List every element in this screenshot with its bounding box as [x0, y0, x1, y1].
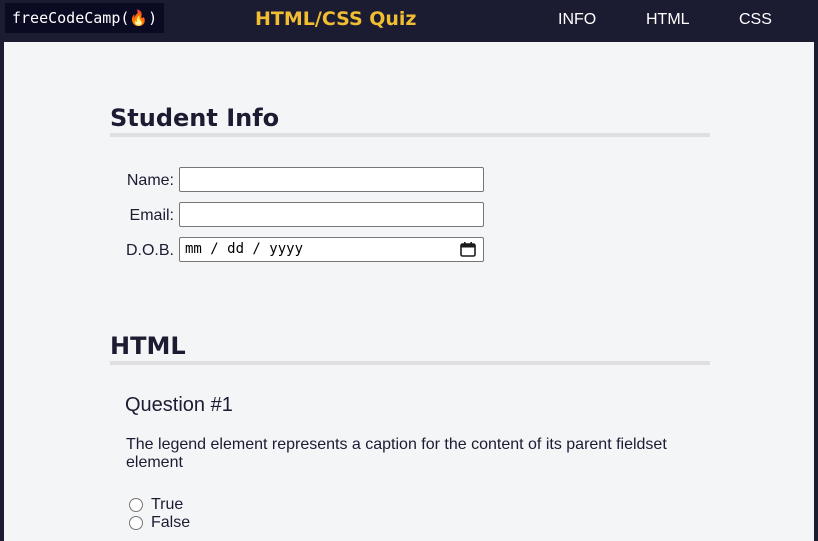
- nav-link-info[interactable]: INFO: [558, 11, 596, 29]
- page-title: HTML/CSS Quiz: [255, 8, 417, 30]
- dob-label: D.O.B.: [125, 242, 174, 259]
- question-title: Question #1: [125, 394, 233, 416]
- name-input[interactable]: [179, 167, 484, 192]
- option-false[interactable]: False: [129, 514, 190, 532]
- option-true[interactable]: True: [129, 496, 183, 514]
- radio-false[interactable]: [129, 516, 143, 530]
- email-label: Email:: [129, 207, 174, 224]
- option-true-label: True: [151, 496, 184, 513]
- calendar-icon[interactable]: [460, 242, 476, 257]
- email-input[interactable]: [179, 202, 484, 227]
- freecodecamp-logo[interactable]: freeCodeCamp(🔥): [5, 3, 164, 33]
- nav-link-html[interactable]: HTML: [646, 11, 690, 29]
- top-navbar: freeCodeCamp(🔥) HTML/CSS Quiz INFO HTML …: [4, 0, 814, 42]
- nav-link-css[interactable]: CSS: [739, 11, 772, 29]
- name-label: Name:: [126, 172, 174, 189]
- question-text: The legend element represents a caption …: [126, 436, 667, 471]
- student-info-heading: Student Info: [110, 104, 710, 137]
- dob-placeholder: mm / dd / yyyy: [185, 241, 304, 257]
- dob-input[interactable]: mm / dd / yyyy: [179, 237, 484, 262]
- option-false-label: False: [151, 514, 191, 531]
- radio-true[interactable]: [129, 498, 143, 512]
- html-section-heading: HTML: [110, 332, 710, 365]
